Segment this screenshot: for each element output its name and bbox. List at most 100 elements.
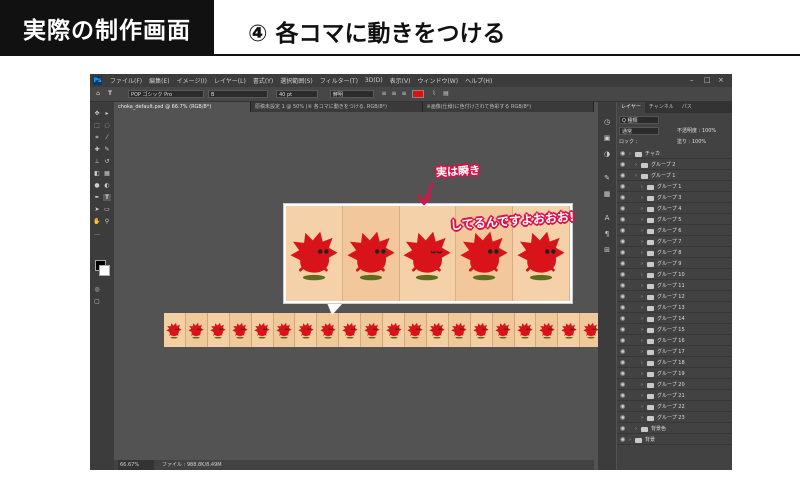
- layer-row[interactable]: ◉ › グループ 1: [617, 171, 732, 181]
- visibility-eye-icon[interactable]: ◉: [620, 182, 625, 192]
- visibility-eye-icon[interactable]: ◉: [620, 336, 625, 346]
- layer-row[interactable]: ◉ › 背景: [617, 435, 732, 445]
- expand-chevron-icon[interactable]: ›: [641, 215, 643, 225]
- expand-chevron-icon[interactable]: ›: [641, 402, 643, 412]
- pen-tool-icon[interactable]: ✒: [93, 194, 101, 201]
- expand-chevron-icon[interactable]: ›: [641, 347, 643, 357]
- visibility-eye-icon[interactable]: ◉: [620, 435, 625, 445]
- visibility-eye-icon[interactable]: ◉: [620, 402, 625, 412]
- stamp-tool-icon[interactable]: ⊥: [93, 158, 101, 165]
- visibility-eye-icon[interactable]: ◉: [620, 347, 625, 357]
- expand-chevron-icon[interactable]: ›: [641, 182, 643, 192]
- layer-row[interactable]: ◉ › 背景色: [617, 424, 732, 434]
- layer-row[interactable]: ◉ › グループ 4: [617, 204, 732, 214]
- layer-row[interactable]: ◉ › グループ 10: [617, 270, 732, 280]
- layer-row[interactable]: ◉ › グループ 16: [617, 336, 732, 346]
- zoom-level[interactable]: 66.67%: [118, 460, 154, 470]
- visibility-eye-icon[interactable]: ◉: [620, 237, 625, 247]
- character-panel-icon[interactable]: A: [602, 214, 612, 222]
- menu-image[interactable]: イメージ(I): [177, 76, 207, 85]
- brush-panel-icon[interactable]: ✎: [602, 174, 612, 182]
- visibility-eye-icon[interactable]: ◉: [620, 292, 625, 302]
- menu-select[interactable]: 選択範囲(S): [280, 76, 313, 85]
- visibility-eye-icon[interactable]: ◉: [620, 369, 625, 379]
- visibility-eye-icon[interactable]: ◉: [620, 215, 625, 225]
- hand-tool-icon[interactable]: ✋: [93, 218, 101, 225]
- visibility-eye-icon[interactable]: ◉: [620, 413, 625, 423]
- expand-chevron-icon[interactable]: ›: [629, 149, 631, 159]
- tab-channels[interactable]: チャンネル: [645, 102, 678, 113]
- expand-chevron-icon[interactable]: ›: [641, 270, 643, 280]
- expand-chevron-icon[interactable]: ›: [641, 336, 643, 346]
- layer-filter-select[interactable]: Q 種類: [619, 116, 659, 124]
- artboard-tool-icon[interactable]: ▸: [103, 110, 111, 117]
- brush-tool-icon[interactable]: ✎: [103, 146, 111, 153]
- crop-tool-icon[interactable]: ⌗: [93, 134, 101, 141]
- path-selection-icon[interactable]: ➤: [93, 206, 101, 213]
- expand-chevron-icon[interactable]: ›: [635, 424, 637, 434]
- visibility-eye-icon[interactable]: ◉: [620, 204, 625, 214]
- visibility-eye-icon[interactable]: ◉: [620, 259, 625, 269]
- visibility-eye-icon[interactable]: ◉: [620, 193, 625, 203]
- layer-row[interactable]: ◉ › グループ 6: [617, 226, 732, 236]
- maximize-icon[interactable]: □: [704, 76, 711, 84]
- expand-chevron-icon[interactable]: ›: [641, 237, 643, 247]
- expand-chevron-icon[interactable]: ›: [641, 380, 643, 390]
- opacity-field[interactable]: 不透明度 : 100%: [677, 127, 716, 134]
- move-tool-icon[interactable]: ✥: [93, 110, 101, 117]
- layer-row[interactable]: ◉ › グループ 2: [617, 160, 732, 170]
- expand-chevron-icon[interactable]: ›: [635, 160, 637, 170]
- minimize-icon[interactable]: –: [690, 76, 694, 84]
- menu-filter[interactable]: フィルター(T): [320, 76, 358, 85]
- expand-chevron-icon[interactable]: ›: [641, 281, 643, 291]
- layer-row[interactable]: ◉ › グループ 14: [617, 314, 732, 324]
- visibility-eye-icon[interactable]: ◉: [620, 281, 625, 291]
- more-tools-icon[interactable]: …: [93, 230, 101, 237]
- layer-row[interactable]: ◉ › グループ 23: [617, 413, 732, 423]
- expand-chevron-icon[interactable]: ›: [641, 369, 643, 379]
- type-tool-icon[interactable]: T: [103, 194, 111, 201]
- tab-paths[interactable]: パス: [678, 102, 696, 113]
- visibility-eye-icon[interactable]: ◉: [620, 303, 625, 313]
- tab-layers[interactable]: レイヤー: [617, 102, 645, 113]
- expand-chevron-icon[interactable]: ›: [641, 314, 643, 324]
- lasso-tool-icon[interactable]: ◌: [103, 122, 111, 129]
- document-canvas[interactable]: 実は瞬き してるんですよおおお!: [114, 112, 603, 462]
- layer-row[interactable]: ◉ › グループ 15: [617, 325, 732, 335]
- menu-help[interactable]: ヘルプ(H): [465, 76, 492, 85]
- close-icon[interactable]: ×: [718, 76, 724, 84]
- visibility-eye-icon[interactable]: ◉: [620, 226, 625, 236]
- layer-row[interactable]: ◉ › グループ 17: [617, 347, 732, 357]
- layer-row[interactable]: ◉ › グループ 11: [617, 281, 732, 291]
- text-color-swatch[interactable]: [412, 90, 424, 98]
- menu-file[interactable]: ファイル(F): [110, 76, 142, 85]
- font-style-select[interactable]: B: [208, 90, 268, 98]
- expand-chevron-icon[interactable]: ›: [641, 292, 643, 302]
- color-panel-icon[interactable]: ◑: [602, 150, 612, 158]
- warp-text-icon[interactable]: ⌇: [430, 90, 438, 97]
- visibility-eye-icon[interactable]: ◉: [620, 270, 625, 280]
- layer-row[interactable]: ◉ › グループ 21: [617, 391, 732, 401]
- align-left-icon[interactable]: ≡: [380, 90, 388, 97]
- shape-tool-icon[interactable]: ▭: [103, 206, 111, 213]
- visibility-eye-icon[interactable]: ◉: [620, 380, 625, 390]
- glyphs-panel-icon[interactable]: ⊞: [602, 246, 612, 254]
- layer-row[interactable]: ◉ › グループ 12: [617, 292, 732, 302]
- menu-type[interactable]: 書式(Y): [253, 76, 273, 85]
- expand-chevron-icon[interactable]: ›: [641, 226, 643, 236]
- marquee-tool-icon[interactable]: ⬚: [93, 122, 101, 129]
- screen-mode-icon[interactable]: ▢: [93, 298, 101, 305]
- expand-chevron-icon[interactable]: ›: [629, 435, 631, 445]
- tab-document-3[interactable]: ※画像(仕様)に色付けされて色彩する RGB/8*): [422, 102, 594, 112]
- layer-row[interactable]: ◉ › グループ 3: [617, 193, 732, 203]
- properties-panel-icon[interactable]: ▣: [602, 134, 612, 142]
- eraser-tool-icon[interactable]: ◧: [93, 170, 101, 177]
- paragraph-panel-icon[interactable]: ¶: [602, 230, 612, 238]
- gradient-tool-icon[interactable]: ▦: [103, 170, 111, 177]
- visibility-eye-icon[interactable]: ◉: [620, 314, 625, 324]
- menu-layer[interactable]: レイヤー(L): [214, 76, 246, 85]
- tab-document-1[interactable]: choka_default.psd @ 66.7% (RGB/8*): [114, 102, 252, 112]
- menu-edit[interactable]: 編集(E): [149, 76, 169, 85]
- healing-tool-icon[interactable]: ✚: [93, 146, 101, 153]
- visibility-eye-icon[interactable]: ◉: [620, 171, 625, 181]
